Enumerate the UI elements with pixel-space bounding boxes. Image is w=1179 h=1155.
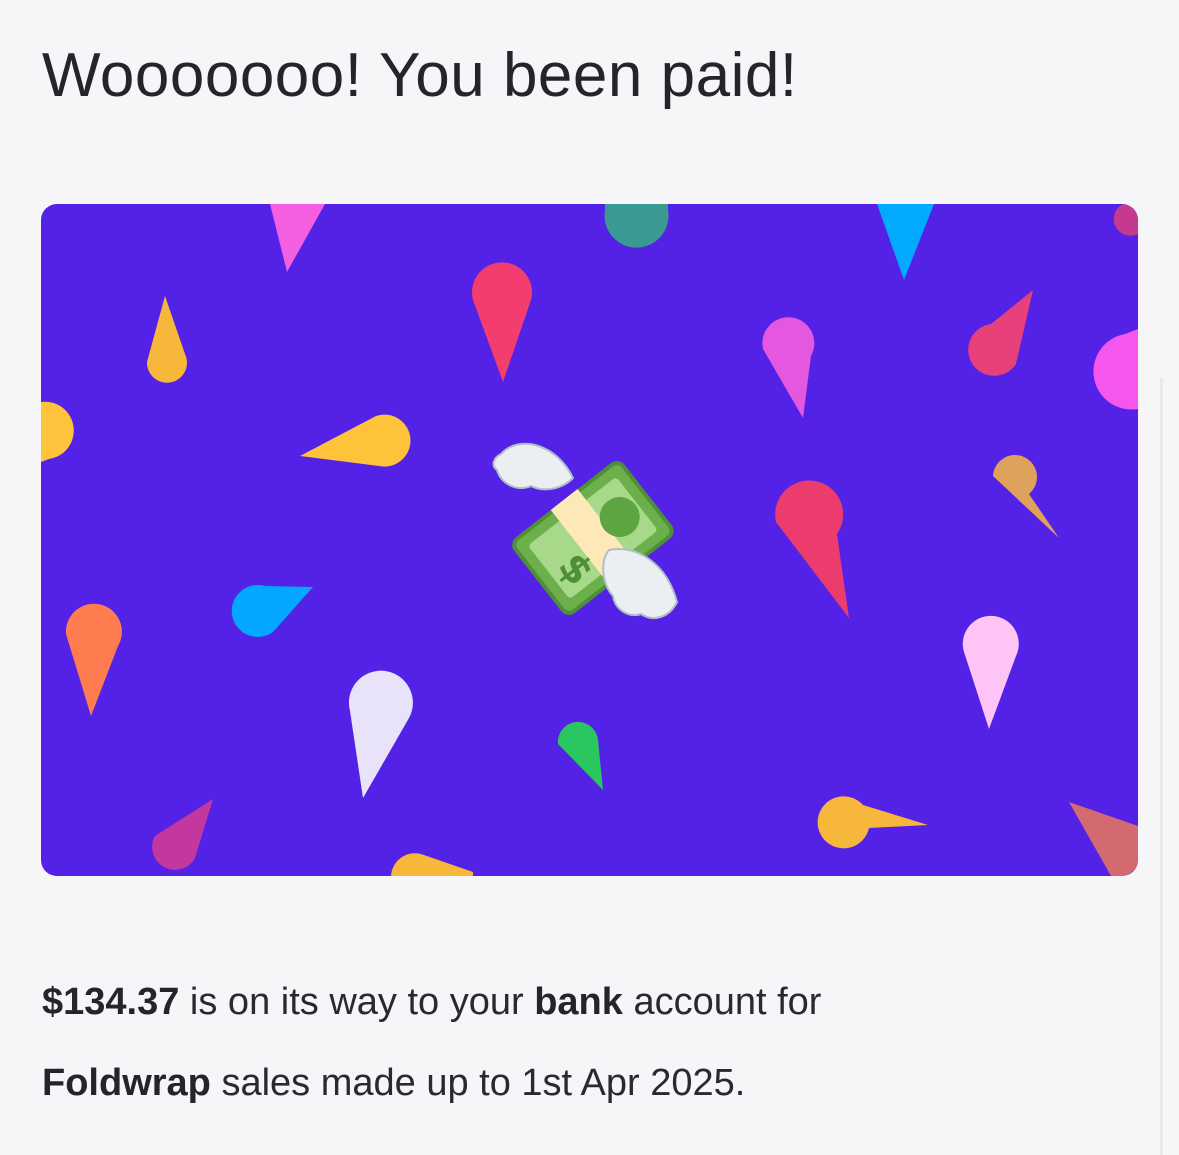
scrollbar-track[interactable] [1160, 378, 1163, 1155]
confetti-drop [146, 296, 187, 383]
confetti-drop [152, 799, 213, 870]
confetti-drop [231, 584, 313, 637]
page-title: Wooooooo! You been paid! [42, 41, 798, 110]
confetti-drop [1093, 329, 1138, 410]
confetti-drop [962, 615, 1019, 729]
confetti-illustration: $ [41, 204, 1138, 876]
confetti-drop [604, 204, 669, 248]
confetti-drop [775, 480, 849, 618]
confetti-drop [1069, 802, 1138, 876]
payout-text-3: sales made up to 1st Apr 2025. [210, 1062, 746, 1104]
confetti-drop [348, 670, 413, 798]
confetti-drop [300, 414, 411, 467]
confetti-drop [877, 204, 934, 280]
payout-text-2: account for [622, 981, 822, 1023]
confetti-drop [41, 401, 74, 462]
confetti-drop [557, 721, 603, 790]
payout-amount: $134.37 [42, 981, 180, 1023]
confetti-drop [817, 796, 928, 849]
confetti-drop [1113, 204, 1138, 236]
payout-text-1: is on its way to your [179, 981, 535, 1023]
celebration-banner: $ [41, 204, 1138, 876]
confetti-drop [270, 204, 325, 272]
confetti-drop [65, 603, 122, 716]
confetti-drop [762, 317, 815, 418]
confetti-drop [391, 853, 473, 876]
confetti-drop [993, 455, 1059, 538]
confetti-drop [968, 290, 1033, 376]
payout-message: $134.37 is on its way to your bank accou… [42, 962, 821, 1124]
confetti-drop [472, 262, 532, 382]
bank-word: bank [534, 981, 623, 1023]
product-name: Foldwrap [42, 1062, 211, 1104]
money-with-wings-icon: $ [492, 442, 679, 619]
